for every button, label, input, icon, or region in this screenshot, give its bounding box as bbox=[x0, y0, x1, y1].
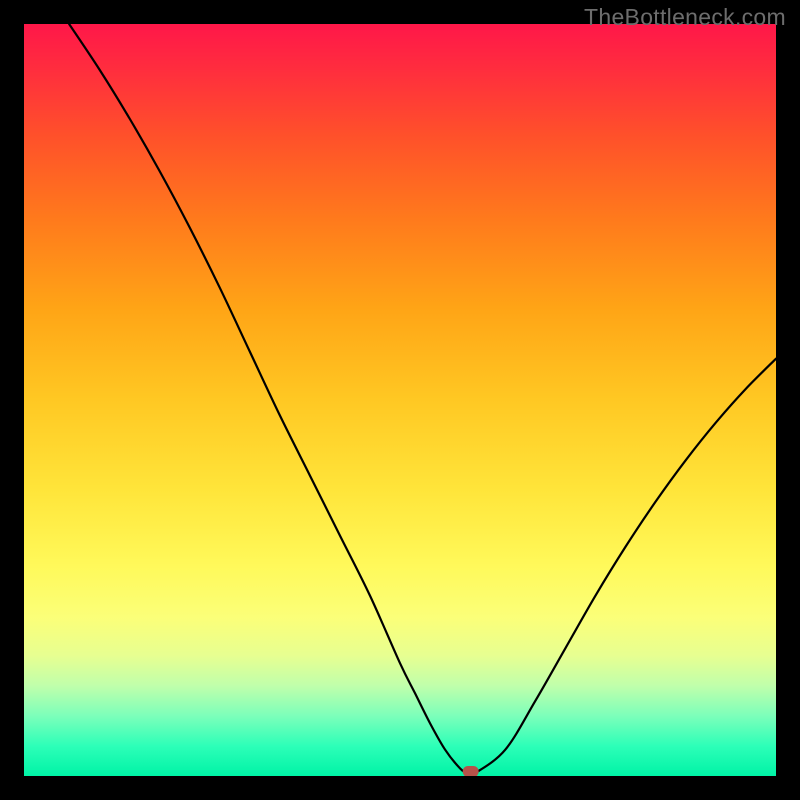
chart-frame: TheBottleneck.com bbox=[0, 0, 800, 800]
watermark-text: TheBottleneck.com bbox=[584, 4, 786, 31]
chart-svg bbox=[24, 24, 776, 776]
bottleneck-curve-line bbox=[69, 24, 776, 775]
optimal-point-marker bbox=[463, 766, 479, 776]
